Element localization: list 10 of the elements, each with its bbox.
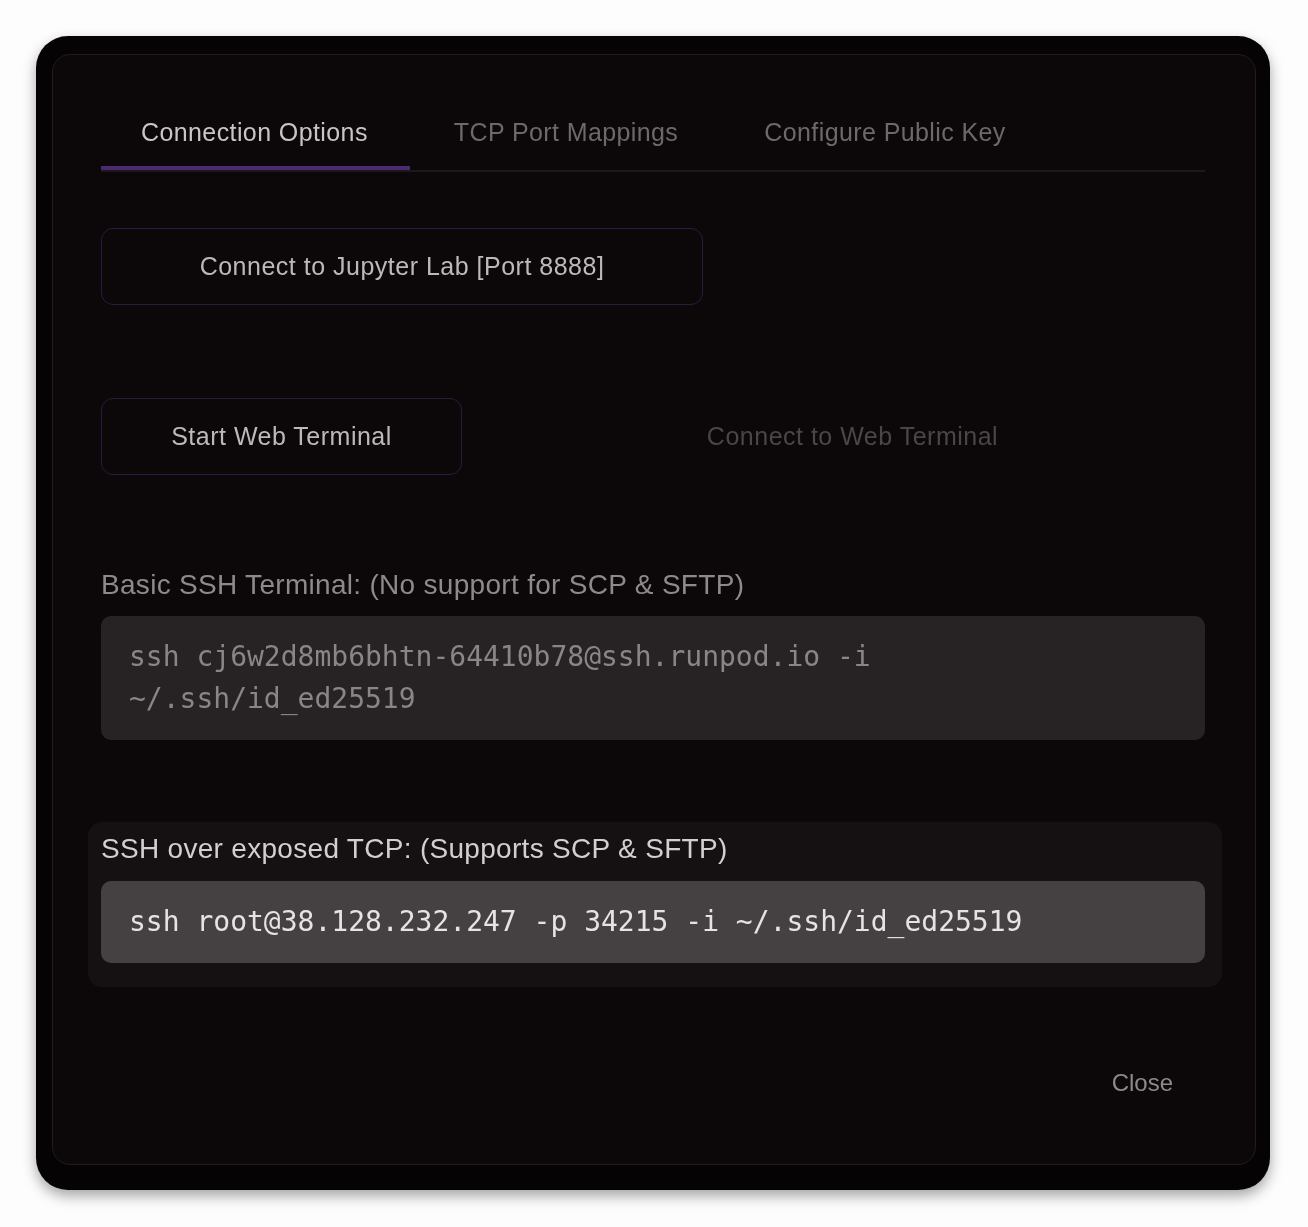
tab[interactable]: TCP Port Mappings xyxy=(413,95,721,170)
close-button[interactable]: Close xyxy=(1079,1059,1205,1107)
section-label: Basic SSH Terminal: (No support for SCP & SFTP) xyxy=(101,570,746,600)
command-block: ssh cj6w2d8mb6bhtn-64410b78@ssh.runpod.io -i ~/.ssh/id_ed25519 xyxy=(101,616,1205,740)
action-button[interactable]: Connect to Jupyter Lab [Port 8888] xyxy=(101,228,703,305)
section-label: SSH over exposed TCP: (Supports SCP & SFTP) xyxy=(101,834,729,864)
command-block: ssh root@38.128.232.247 -p 34215 -i ~/.ssh/id_ed25519 xyxy=(101,881,1205,963)
tab[interactable]: Configure Public Key xyxy=(724,95,1048,170)
action-button[interactable]: Start Web Terminal xyxy=(101,398,462,475)
tab[interactable]: Connection Options xyxy=(101,95,410,170)
